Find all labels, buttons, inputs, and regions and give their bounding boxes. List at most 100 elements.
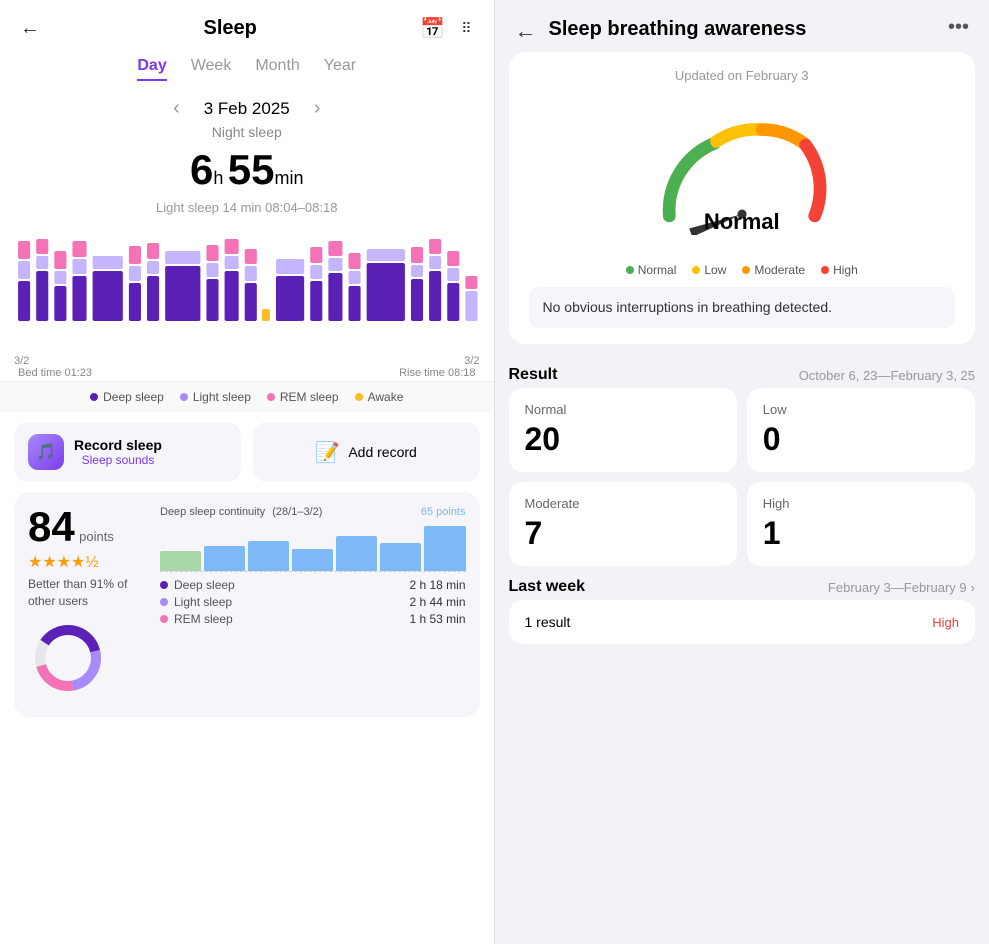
gauge-legend-normal: Normal [626,263,677,277]
gauge-legend-high: High [821,263,858,277]
tab-year[interactable]: Year [324,53,356,81]
sleep-header: ← Sleep 📅 ⠿ [0,0,494,49]
stars: ★★★★½ [28,552,148,572]
result-date-range: October 6, 23—February 3, 25 [799,368,975,383]
light-sleep-dot [180,393,188,401]
stat-low-value: 0 [763,421,959,458]
sleep-mins: 55 [228,146,275,193]
legend-deep-sleep: Deep sleep [90,390,164,404]
prev-date-arrow[interactable]: ‹ [173,97,180,120]
sleep-legend: Deep sleep Light sleep REM sleep Awake [0,381,494,412]
h-label: h [213,168,223,188]
breakdown-rem-label: REM sleep [174,612,403,626]
stat-normal-value: 20 [525,421,721,458]
min-label: min [275,168,304,188]
right-header: ← Sleep breathing awareness ••• [495,0,989,52]
add-record-icon: 📝 [315,440,340,465]
breakdown-light: Light sleep 2 h 44 min [160,595,466,609]
date-navigation: ‹ 3 Feb 2025 › [0,89,494,122]
sleep-score-card: 84 points ★★★★½ Better than 91% of other… [14,492,480,717]
breakdown-light-dot [160,598,168,606]
tab-day[interactable]: Day [137,53,166,81]
header-icons: 📅 ⠿ [420,16,473,41]
gauge-high-label: High [833,263,858,277]
gauge-label: Normal [704,209,780,235]
right-header-left: ← Sleep breathing awareness [515,16,807,44]
current-date: 3 Feb 2025 [204,99,290,119]
gauge-label-text: Normal [704,209,780,234]
breakdown-rem-value: 1 h 53 min [409,612,465,626]
record-sleep-text: Record sleep Sleep sounds [74,437,162,467]
score-right: Deep sleep continuity (28/1–3/2) 65 poin… [160,506,466,703]
sleep-breakdown: Deep sleep 2 h 18 min Light sleep 2 h 44… [160,578,466,626]
tab-week[interactable]: Week [191,53,232,81]
stat-low-label: Low [763,402,959,417]
right-panel-title: Sleep breathing awareness [549,16,807,42]
one-result-label: 1 result [525,614,571,630]
gauge-legend-low: Low [692,263,726,277]
add-record-button[interactable]: 📝 Add record [253,422,480,482]
better-than: Better than 91% of other users [28,576,148,610]
gauge-moderate-label: Moderate [754,263,805,277]
back-button[interactable]: ← [20,17,40,40]
tab-bar: Day Week Month Year [0,49,494,89]
right-more-button[interactable]: ••• [948,16,969,39]
result-title: Result [509,366,558,384]
stat-moderate: Moderate 7 [509,482,737,566]
gauge-legend: Normal Low Moderate High [529,263,956,277]
no-interruptions-text: No obvious interruptions in breathing de… [529,287,956,328]
breakdown-deep: Deep sleep 2 h 18 min [160,578,466,592]
gauge-card: Updated on February 3 Normal [509,52,976,344]
breakdown-rem: REM sleep 1 h 53 min [160,612,466,626]
stat-moderate-value: 7 [525,515,721,552]
sleep-title: Sleep [203,17,256,40]
stat-high-value: 1 [763,515,959,552]
breakdown-deep-label: Deep sleep [174,578,403,592]
sleep-chart-container: 3/2 3/2 Bed time 01:23 Rise time 08:18 [0,221,494,381]
more-icon[interactable]: ⠿ [461,20,473,37]
sleep-chart-svg [10,221,484,341]
deep-sleep-mini-bars [160,522,466,572]
add-record-label: Add record [348,444,416,460]
stat-normal: Normal 20 [509,388,737,472]
breakdown-deep-value: 2 h 18 min [409,578,465,592]
right-back-button[interactable]: ← [515,18,537,44]
last-week-section: Last week February 3—February 9 › [495,566,989,600]
stat-low: Low 0 [747,388,975,472]
night-sleep-label: Night sleep [0,122,494,142]
deep-sleep-dot [90,393,98,401]
bed-rise-times: Bed time 01:23 Rise time 08:18 [10,367,484,379]
gauge-legend-moderate: Moderate [742,263,805,277]
gauge-normal-dot [626,266,634,274]
last-week-title: Last week [509,578,585,596]
chevron-right-icon: › [971,580,975,595]
last-week-date-text: February 3—February 9 [828,580,967,595]
stat-high-label: High [763,496,959,511]
points-value: 65 points [421,506,466,518]
calendar-icon[interactable]: 📅 [420,16,445,41]
tab-month[interactable]: Month [255,53,299,81]
sleep-donut-chart [28,618,108,698]
deep-sleep-chart-title-row: Deep sleep continuity (28/1–3/2) 65 poin… [160,506,466,518]
stats-grid: Normal 20 Low 0 Moderate 7 High 1 [495,388,989,566]
breakdown-light-value: 2 h 44 min [409,595,465,609]
gauge-moderate-dot [742,266,750,274]
rem-sleep-label: REM sleep [280,390,339,404]
last-week-date[interactable]: February 3—February 9 › [828,580,975,595]
record-sleep-button[interactable]: 🎵 Record sleep Sleep sounds [14,422,241,482]
score-number-row: 84 points [28,506,148,548]
rem-sleep-dot [267,393,275,401]
stat-moderate-label: Moderate [525,496,721,511]
next-date-arrow[interactable]: › [314,97,321,120]
legend-rem-sleep: REM sleep [267,390,339,404]
sleep-duration: 6h 55min [0,142,494,198]
breakdown-rem-dot [160,615,168,623]
stat-normal-label: Normal [525,402,721,417]
gauge-normal-label: Normal [638,263,677,277]
gauge-high-dot [821,266,829,274]
gauge-container: Normal [529,95,956,255]
rise-time: Rise time 08:18 [399,367,475,379]
left-panel: ← Sleep 📅 ⠿ Day Week Month Year ‹ 3 Feb … [0,0,494,944]
legend-light-sleep: Light sleep [180,390,251,404]
record-sleep-icon: 🎵 [28,434,64,470]
